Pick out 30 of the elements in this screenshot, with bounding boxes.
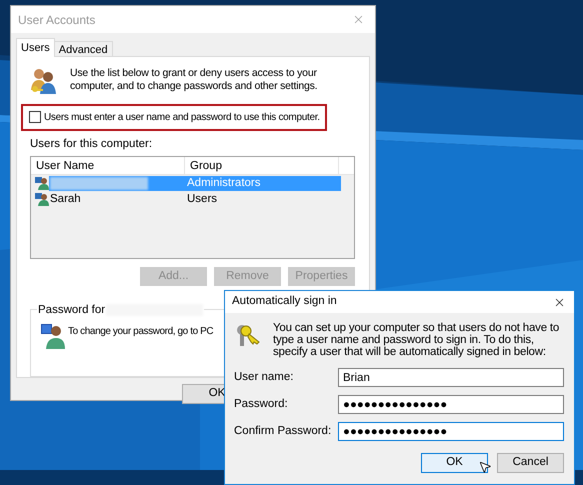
section-label: Users for this computer: — [30, 136, 154, 152]
dialog-button[interactable]: Cancel — [497, 453, 564, 473]
user-group: Administrators — [187, 176, 260, 191]
checkbox[interactable] — [29, 111, 41, 124]
tab[interactable]: Advanced — [54, 41, 113, 57]
intro-text: Use the list below to grant or deny users access to your computer, and to change passwords and other settings. — [70, 67, 318, 93]
checkbox-label: Users must enter a user name and password to use this computer. — [44, 110, 320, 125]
field-label: Confirm Password: — [234, 424, 332, 439]
dialog-button[interactable]: OK — [421, 453, 488, 473]
dialog-text: You can set up your computer so that users do not have to type a user name and password to sign in. To do this, specify a user that will be automatically signed in below: — [273, 322, 560, 358]
group-title: Password for — [37, 302, 106, 318]
user-monitor-icon — [40, 322, 66, 350]
user-name: Sarah — [50, 192, 81, 207]
input-field[interactable]: ●●●●●●●●●●●●●●● — [338, 422, 564, 441]
column-header[interactable]: User Name — [31, 156, 185, 174]
user-icon — [35, 176, 49, 190]
window-title: User Accounts — [18, 12, 96, 28]
input-field[interactable]: ●●●●●●●●●●●●●●● — [338, 395, 564, 414]
input-field[interactable]: Brian — [338, 368, 564, 387]
user-group: Users — [187, 192, 218, 207]
users-key-icon — [29, 66, 57, 96]
pointer-icon — [478, 460, 492, 474]
dialog-title: Automatically sign in — [232, 294, 337, 310]
key-icon — [235, 322, 261, 348]
password-text: To change your password, go to PC — [68, 324, 214, 339]
column-header[interactable]: Group — [185, 156, 339, 174]
user-icon — [35, 192, 49, 206]
list-row[interactable]: Sarah Users — [49, 192, 341, 207]
field-label: User name: — [234, 370, 294, 385]
tab[interactable]: Users — [16, 38, 55, 57]
